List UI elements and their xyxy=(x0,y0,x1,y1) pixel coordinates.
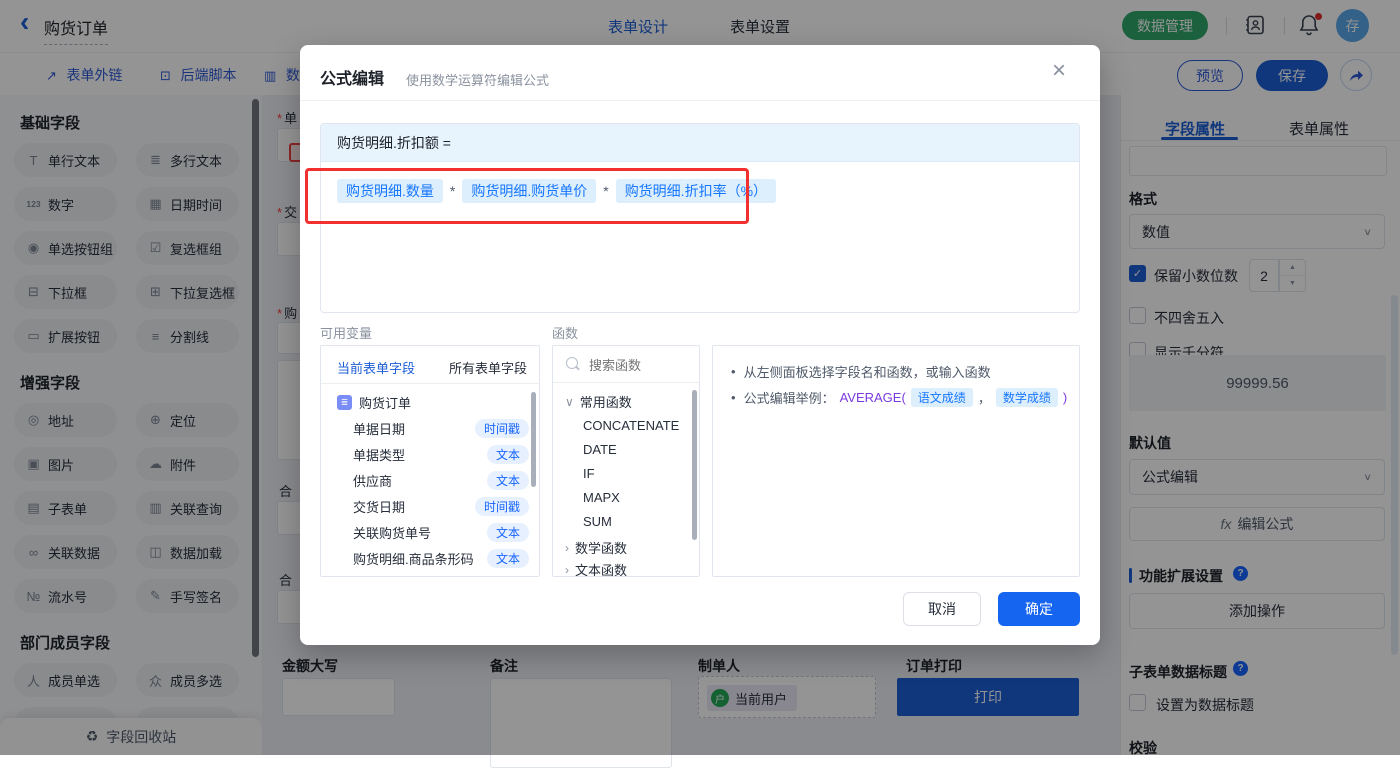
modal-title: 公式编辑 xyxy=(320,71,385,88)
function-item[interactable]: SUM xyxy=(583,514,612,529)
function-group-common[interactable]: ∨ 常用函数 xyxy=(565,392,632,411)
help-panel: • 从左侧面板选择字段名和函数，或输入函数 • 公式编辑举例： AVERAGE(… xyxy=(712,345,1080,577)
example-chip: 数学成绩 xyxy=(995,388,1058,407)
type-tag: 文本 xyxy=(486,444,529,464)
variables-panel: 当前表单字段 所有表单字段 ≣ 购货订单 单据日期 时间戳 单据类型 文本 供应商文… xyxy=(320,345,540,577)
type-tag: 文本 xyxy=(486,522,529,542)
variable-row[interactable]: 单据类型 文本 xyxy=(321,442,539,466)
formula-token[interactable]: 购货明细.折扣率（%） xyxy=(615,179,777,203)
confirm-button[interactable]: 确定 xyxy=(998,592,1080,626)
type-tag: 时间戳 xyxy=(474,418,529,438)
form-doc-icon: ≣ xyxy=(337,394,352,410)
functions-scrollbar[interactable] xyxy=(692,390,697,540)
function-group-math[interactable]: › 数学函数 xyxy=(565,538,627,557)
formula-token[interactable]: 购货明细.数量 xyxy=(337,179,443,203)
search-icon xyxy=(566,357,578,369)
divider xyxy=(553,382,699,383)
multiply-operator: * xyxy=(449,183,456,199)
divider xyxy=(321,383,539,384)
variable-row[interactable]: 交货日期 时间戳 xyxy=(321,494,539,518)
bullet-icon: • xyxy=(731,390,736,405)
function-item[interactable]: DATE xyxy=(583,442,617,457)
bullet-icon: • xyxy=(731,364,736,379)
function-name-example: AVERAGE( xyxy=(839,390,906,405)
variable-row[interactable]: 供应商 文本 xyxy=(321,468,539,492)
variable-row[interactable]: 单据日期 时间戳 xyxy=(321,416,539,440)
function-item[interactable]: CONCATENATE xyxy=(583,418,679,433)
type-tag: 时间戳 xyxy=(474,496,529,516)
variable-row[interactable]: 关联购货单号 文本 xyxy=(321,520,539,544)
cancel-button[interactable]: 取消 xyxy=(903,592,981,626)
chevron-closed-icon: › xyxy=(565,540,569,555)
chevron-open-icon: ∨ xyxy=(565,394,574,409)
modal-subtitle: 使用数学运算符编辑公式 xyxy=(406,73,550,88)
variables-scrollbar[interactable] xyxy=(531,392,536,487)
variable-row[interactable]: 购货明细.商品条形码 文本 xyxy=(321,546,539,570)
function-search-input[interactable] xyxy=(587,352,691,378)
page-scrollbar[interactable] xyxy=(1391,295,1398,655)
divider xyxy=(300,100,1100,101)
tree-root-form[interactable]: ≣ 购货订单 xyxy=(321,390,539,414)
formula-target: 购货明细.折扣额 = xyxy=(321,124,1079,162)
help-line-2: • 公式编辑举例： AVERAGE( 语文成绩 ， 数学成绩 ) xyxy=(731,388,1068,407)
formula-editor[interactable]: 购货明细.折扣额 = 购货明细.数量 * 购货明细.购货单价 * 购货明细.折扣… xyxy=(320,123,1080,313)
formula-expression[interactable]: 购货明细.数量 * 购货明细.购货单价 * 购货明细.折扣率（%） xyxy=(321,162,1079,220)
tab-all-form-fields[interactable]: 所有表单字段 xyxy=(449,358,527,377)
chevron-closed-icon: › xyxy=(565,562,569,577)
function-close-paren: ) xyxy=(1062,390,1068,405)
formula-edit-modal: 公式编辑 使用数学运算符编辑公式 × 购货明细.折扣额 = 购货明细.数量 * … xyxy=(300,45,1100,645)
function-item[interactable]: MAPX xyxy=(583,490,620,505)
type-tag: 文本 xyxy=(486,548,529,568)
close-icon[interactable]: × xyxy=(1052,59,1066,83)
example-chip: 语文成绩 xyxy=(910,388,973,407)
functions-label: 函数 xyxy=(552,326,579,341)
tab-current-form-fields[interactable]: 当前表单字段 xyxy=(337,358,415,377)
functions-panel: ∨常用函数 CONCATENATE DATE IF MAPX SUM ›数学函数… xyxy=(552,345,700,577)
function-item[interactable]: IF xyxy=(583,466,595,481)
formula-token[interactable]: 购货明细.购货单价 xyxy=(462,179,597,203)
type-tag: 文本 xyxy=(486,470,529,490)
function-group-text[interactable]: › 文本函数 xyxy=(565,560,627,577)
variables-label: 可用变量 xyxy=(320,326,373,341)
help-line-1: • 从左侧面板选择字段名和函数，或输入函数 xyxy=(731,364,991,380)
multiply-operator: * xyxy=(603,183,609,199)
